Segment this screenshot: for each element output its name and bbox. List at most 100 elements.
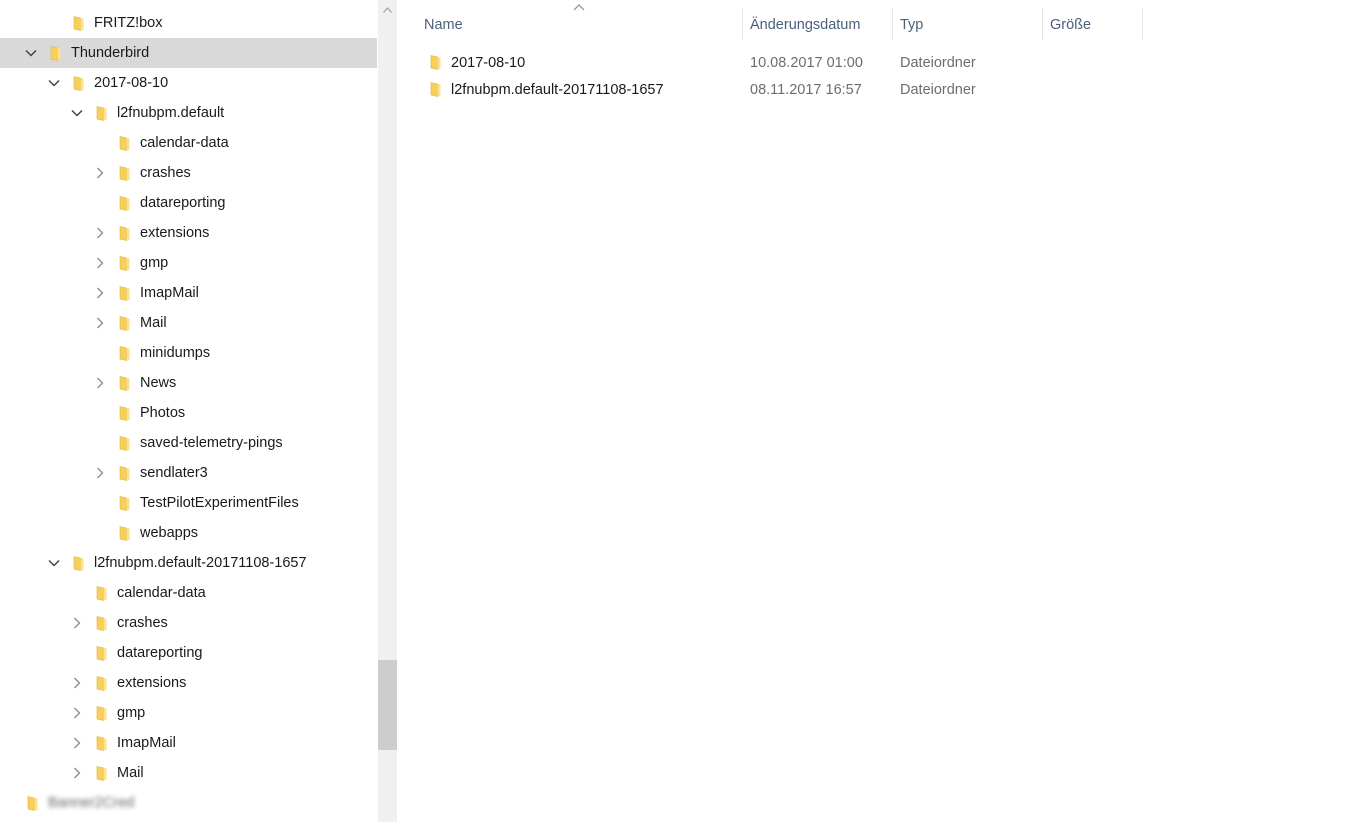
chevron-right-icon[interactable]: [69, 705, 85, 721]
sort-ascending-icon: [573, 4, 585, 11]
nav-tree-item[interactable]: extensions: [0, 218, 377, 248]
column-divider[interactable]: [892, 8, 893, 40]
nav-tree-item[interactable]: saved-telemetry-pings: [0, 428, 377, 458]
nav-tree-label: Mail: [140, 315, 167, 331]
folder-icon: [117, 405, 133, 421]
nav-tree-label: extensions: [117, 675, 187, 691]
folder-icon: [25, 795, 41, 811]
nav-tree-label: saved-telemetry-pings: [140, 435, 283, 451]
nav-tree-item[interactable]: l2fnubpm.default: [0, 98, 377, 128]
folder-icon: [117, 375, 133, 391]
chevron-right-icon[interactable]: [92, 225, 108, 241]
file-name: l2fnubpm.default-20171108-1657: [451, 82, 664, 98]
chevron-right-icon[interactable]: [92, 375, 108, 391]
folder-icon: [117, 285, 133, 301]
folder-icon: [71, 555, 87, 571]
chevron-down-icon[interactable]: [46, 75, 62, 91]
nav-tree-label: webapps: [140, 525, 199, 541]
chevron-right-icon[interactable]: [92, 255, 108, 271]
folder-icon: [71, 75, 87, 91]
folder-icon: [117, 135, 133, 151]
nav-tree-item[interactable]: sendlater3: [0, 458, 377, 488]
nav-tree-item[interactable]: gmp: [0, 698, 377, 728]
nav-tree-item[interactable]: FRITZ!box: [0, 8, 377, 38]
nav-tree-item[interactable]: TestPilotExperimentFiles: [0, 488, 377, 518]
column-divider[interactable]: [1142, 8, 1143, 40]
nav-tree-label: Banner2Cred: [48, 795, 135, 811]
nav-tree-item[interactable]: Mail: [0, 308, 377, 338]
chevron-right-icon[interactable]: [69, 675, 85, 691]
navigation-scrollbar[interactable]: [378, 0, 397, 822]
chevron-right-icon[interactable]: [69, 735, 85, 751]
scrollbar-thumb[interactable]: [378, 660, 397, 750]
chevron-down-icon[interactable]: [69, 105, 85, 121]
nav-tree-item[interactable]: Banner2Cred: [0, 788, 377, 818]
folder-icon: [48, 45, 64, 61]
nav-tree-item[interactable]: extensions: [0, 668, 377, 698]
nav-tree-label: sendlater3: [140, 465, 208, 481]
folder-icon: [94, 585, 110, 601]
folder-icon: [117, 165, 133, 181]
file-name: 2017-08-10: [451, 55, 526, 71]
folder-icon: [94, 765, 110, 781]
nav-tree-item[interactable]: 2017-08-10: [0, 68, 377, 98]
nav-tree-item[interactable]: crashes: [0, 158, 377, 188]
nav-tree-item[interactable]: datareporting: [0, 638, 377, 668]
nav-tree-item[interactable]: ImapMail: [0, 278, 377, 308]
nav-tree-item[interactable]: calendar-data: [0, 128, 377, 158]
navigation-pane[interactable]: FRITZ!box Thunderbird 2017-08-10 l2fnubpm.d…: [0, 0, 377, 822]
nav-tree-label: Mail: [117, 765, 144, 781]
nav-tree-label: TestPilotExperimentFiles: [140, 495, 299, 511]
nav-tree-label: calendar-data: [117, 585, 206, 601]
folder-icon: [94, 645, 110, 661]
chevron-right-icon[interactable]: [69, 765, 85, 781]
folder-icon: [117, 345, 133, 361]
folder-icon: [117, 255, 133, 271]
nav-tree-item[interactable]: gmp: [0, 248, 377, 278]
column-divider[interactable]: [742, 8, 743, 40]
column-header-size[interactable]: Größe: [1050, 14, 1091, 38]
nav-tree-label: FRITZ!box: [94, 15, 163, 31]
scroll-up-icon[interactable]: [378, 0, 397, 19]
chevron-right-icon[interactable]: [69, 615, 85, 631]
nav-tree-item[interactable]: Mail: [0, 758, 377, 788]
nav-tree-item[interactable]: ImapMail: [0, 728, 377, 758]
nav-tree-item[interactable]: calendar-data: [0, 578, 377, 608]
file-row[interactable]: l2fnubpm.default-20171108-1657 08.11.201…: [420, 76, 1150, 103]
chevron-right-icon[interactable]: [92, 465, 108, 481]
file-type: Dateiordner: [900, 55, 976, 71]
folder-icon: [94, 705, 110, 721]
nav-tree-label: datareporting: [140, 195, 226, 211]
nav-tree-item[interactable]: datareporting: [0, 188, 377, 218]
nav-tree-item[interactable]: l2fnubpm.default-20171108-1657: [0, 548, 377, 578]
folder-icon: [117, 195, 133, 211]
folder-icon: [71, 15, 87, 31]
nav-tree-item[interactable]: minidumps: [0, 338, 377, 368]
chevron-right-icon[interactable]: [92, 165, 108, 181]
folder-icon: [117, 525, 133, 541]
nav-tree-item[interactable]: News: [0, 368, 377, 398]
nav-tree-label: l2fnubpm.default: [117, 105, 225, 121]
nav-tree-label: gmp: [117, 705, 146, 721]
chevron-down-icon[interactable]: [23, 45, 39, 61]
column-divider[interactable]: [1042, 8, 1043, 40]
nav-tree-label: crashes: [117, 615, 168, 631]
chevron-right-icon[interactable]: [92, 285, 108, 301]
file-date: 10.08.2017 01:00: [750, 55, 863, 71]
column-header-name[interactable]: Name: [424, 14, 463, 38]
column-header-date[interactable]: Änderungsdatum: [750, 14, 860, 38]
nav-tree-label: gmp: [140, 255, 169, 271]
nav-tree-item[interactable]: webapps: [0, 518, 377, 548]
file-date: 08.11.2017 16:57: [750, 82, 862, 98]
nav-tree-label: minidumps: [140, 345, 211, 361]
column-header-type[interactable]: Typ: [900, 14, 923, 38]
chevron-down-icon[interactable]: [46, 555, 62, 571]
chevron-right-icon[interactable]: [92, 315, 108, 331]
nav-tree-item[interactable]: Thunderbird: [0, 38, 377, 68]
file-row[interactable]: 2017-08-10 10.08.2017 01:00 Dateiordner: [420, 49, 1150, 76]
folder-icon: [94, 675, 110, 691]
nav-tree-item[interactable]: Photos: [0, 398, 377, 428]
nav-tree-label: Thunderbird: [71, 45, 150, 61]
nav-tree-item[interactable]: crashes: [0, 608, 377, 638]
nav-tree-label: l2fnubpm.default-20171108-1657: [94, 555, 307, 571]
